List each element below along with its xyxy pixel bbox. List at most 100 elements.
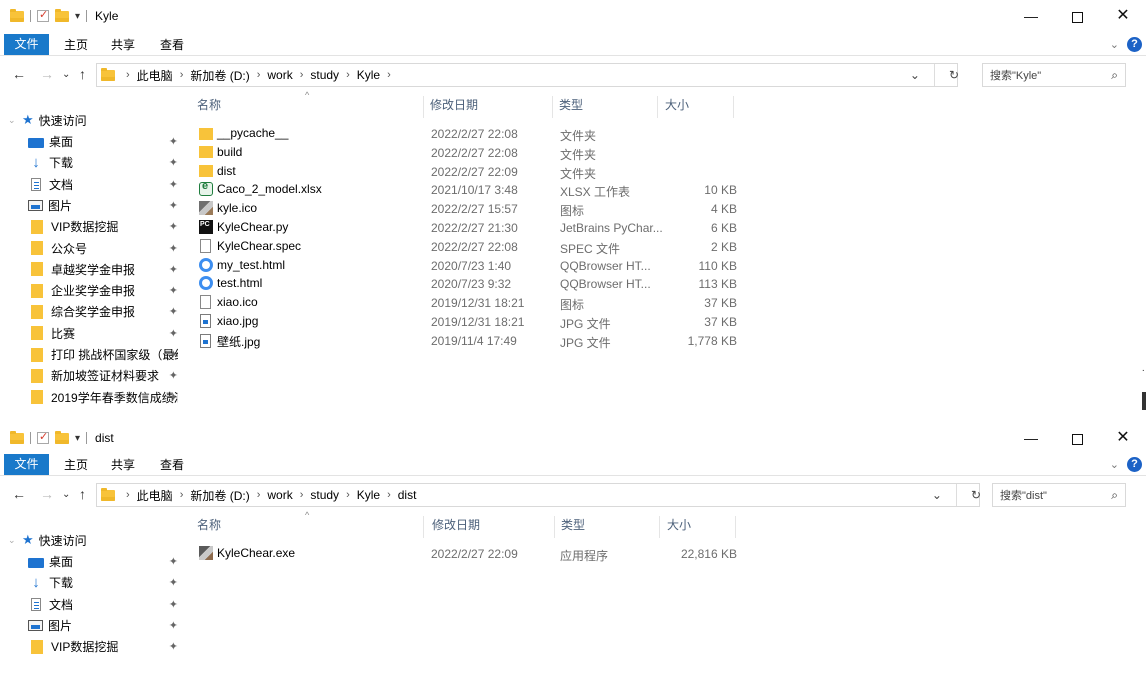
file-name-cell[interactable]: 壁纸.jpg: [199, 333, 260, 350]
sidebar-item[interactable]: 综合奖学金申报 ✦: [28, 301, 178, 322]
tab-file[interactable]: 文件: [4, 34, 49, 55]
search-icon[interactable]: ⌕: [1111, 68, 1118, 83]
tab-view[interactable]: 查看: [160, 455, 184, 475]
search-input[interactable]: 搜索"dist": [1000, 487, 1047, 503]
column-divider[interactable]: [659, 516, 660, 538]
sidebar-item[interactable]: 图片 ✦: [28, 195, 178, 216]
tab-file[interactable]: 文件: [4, 454, 49, 475]
recent-locations-icon[interactable]: ⌄: [62, 489, 70, 500]
sidebar-item[interactable]: 桌面 ✦: [28, 551, 178, 572]
column-divider[interactable]: [657, 96, 658, 118]
sidebar-item[interactable]: 新加坡签证材料要求 ✦: [28, 365, 178, 386]
file-row[interactable]: xiao.ico 2019/12/31 18:21 图标 37 KB: [195, 293, 755, 312]
file-name-cell[interactable]: Caco_2_model.xlsx: [199, 180, 322, 197]
column-divider[interactable]: [423, 96, 424, 118]
pin-icon[interactable]: ✦: [169, 263, 178, 276]
column-divider[interactable]: [554, 516, 555, 538]
expand-ribbon-icon[interactable]: ⌄: [1110, 458, 1119, 471]
back-arrow-icon[interactable]: ←: [12, 486, 26, 502]
file-name-cell[interactable]: __pycache__: [199, 126, 288, 140]
file-name-cell[interactable]: KyleChear.py: [199, 220, 288, 234]
breadcrumb-kyle[interactable]: Kyle: [357, 488, 380, 502]
file-row[interactable]: build 2022/2/27 22:08 文件夹: [195, 143, 755, 162]
chevron-right-icon[interactable]: ›: [126, 69, 130, 81]
column-date-header[interactable]: 修改日期: [432, 516, 480, 538]
pin-icon[interactable]: ✦: [169, 156, 178, 169]
maximize-button[interactable]: [1054, 4, 1100, 28]
pin-icon[interactable]: ✦: [169, 284, 178, 297]
column-type-header[interactable]: 类型: [559, 96, 583, 118]
pin-icon[interactable]: ✦: [169, 327, 178, 340]
pin-icon[interactable]: ✦: [169, 199, 178, 212]
file-row[interactable]: 壁纸.jpg 2019/11/4 17:49 JPG 文件 1,778 KB: [195, 331, 755, 350]
refresh-icon[interactable]: ↻: [949, 68, 959, 82]
breadcrumb-work[interactable]: work: [267, 68, 292, 82]
file-row[interactable]: KyleChear.exe 2022/2/27 22:09 应用程序 22,816 K…: [195, 544, 755, 563]
chevron-right-icon[interactable]: ›: [346, 489, 350, 501]
tab-home[interactable]: 主页: [64, 455, 88, 475]
recent-locations-icon[interactable]: ⌄: [62, 69, 70, 80]
file-name-cell[interactable]: xiao.ico: [199, 295, 258, 310]
file-row[interactable]: __pycache__ 2022/2/27 22:08 文件夹: [195, 124, 755, 143]
file-row[interactable]: KyleChear.py 2022/2/27 21:30 JetBrains PyC…: [195, 218, 755, 237]
column-name-header[interactable]: 名称: [197, 516, 221, 538]
chevron-down-icon[interactable]: ⌄: [8, 115, 22, 126]
quick-access[interactable]: ⌄ ★ 快速访问: [8, 530, 87, 550]
address-bar[interactable]: › 此电脑 › 新加卷 (D:) › work › study › Kyle ›…: [96, 483, 981, 507]
close-button[interactable]: ✕: [1100, 4, 1146, 28]
breadcrumb-kyle[interactable]: Kyle: [357, 68, 380, 82]
up-arrow-icon[interactable]: ↑: [79, 486, 86, 502]
sidebar-item[interactable]: 文档 ✦: [28, 174, 178, 195]
sidebar-item[interactable]: 卓越奖学金申报 ✦: [28, 259, 178, 280]
pin-icon[interactable]: ✦: [169, 619, 178, 632]
quick-access[interactable]: ⌄ ★ 快速访问: [8, 110, 87, 130]
pin-icon[interactable]: ✦: [169, 391, 178, 404]
new-folder-icon[interactable]: [55, 430, 69, 444]
up-arrow-icon[interactable]: ↑: [79, 66, 86, 82]
chevron-right-icon[interactable]: ›: [387, 489, 391, 501]
file-row[interactable]: kyle.ico 2022/2/27 15:57 图标 4 KB: [195, 199, 755, 218]
file-name-cell[interactable]: test.html: [199, 276, 262, 291]
file-name-cell[interactable]: KyleChear.spec: [199, 238, 301, 253]
pin-icon[interactable]: ✦: [169, 135, 178, 148]
search-input[interactable]: 搜索"Kyle": [990, 67, 1041, 83]
pin-icon[interactable]: ✦: [169, 576, 178, 589]
minimize-button[interactable]: —: [1008, 426, 1054, 450]
scrollbar[interactable]: [1142, 392, 1146, 410]
minimize-button[interactable]: —: [1008, 4, 1054, 28]
chevron-right-icon[interactable]: ›: [257, 69, 261, 81]
address-history-dropdown-icon[interactable]: ⌄: [910, 68, 920, 82]
tab-share[interactable]: 共享: [111, 35, 135, 55]
column-divider[interactable]: [423, 516, 424, 538]
pin-icon[interactable]: ✦: [169, 242, 178, 255]
search-icon[interactable]: ⌕: [1111, 488, 1118, 503]
column-type-header[interactable]: 类型: [561, 516, 585, 538]
chevron-right-icon[interactable]: ›: [300, 69, 304, 81]
pin-icon[interactable]: ✦: [169, 178, 178, 191]
pin-icon[interactable]: ✦: [169, 369, 178, 382]
file-row[interactable]: test.html 2020/7/23 9:32 QQBrowser HT... 11…: [195, 274, 755, 293]
forward-arrow-icon[interactable]: →: [40, 486, 54, 502]
refresh-icon[interactable]: ↻: [971, 488, 981, 502]
sidebar-item[interactable]: 比赛 ✦: [28, 323, 178, 344]
breadcrumb-work[interactable]: work: [267, 488, 292, 502]
search-box[interactable]: 搜索"dist" ⌕: [992, 483, 1126, 507]
tab-home[interactable]: 主页: [64, 35, 88, 55]
sidebar-item[interactable]: 图片 ✦: [28, 615, 178, 636]
breadcrumb-study[interactable]: study: [310, 68, 339, 82]
sidebar-item[interactable]: ↓ 下载 ✦: [28, 152, 178, 173]
sidebar-item[interactable]: 文档 ✦: [28, 594, 178, 615]
expand-ribbon-icon[interactable]: ⌄: [1110, 38, 1119, 51]
chevron-down-icon[interactable]: ⌄: [8, 535, 22, 546]
breadcrumb-drive[interactable]: 新加卷 (D:): [190, 487, 249, 504]
file-row[interactable]: KyleChear.spec 2022/2/27 22:08 SPEC 文件 2 KB: [195, 237, 755, 256]
forward-arrow-icon[interactable]: →: [40, 66, 54, 82]
file-name-cell[interactable]: KyleChear.exe: [199, 546, 295, 560]
breadcrumb-this-pc[interactable]: 此电脑: [137, 487, 173, 504]
column-size-header[interactable]: 大小: [667, 516, 691, 538]
pin-icon[interactable]: ✦: [169, 305, 178, 318]
sidebar-item[interactable]: VIP数据挖掘 ✦: [28, 216, 178, 237]
file-name-cell[interactable]: my_test.html: [199, 257, 285, 272]
close-button[interactable]: ✕: [1100, 426, 1146, 450]
sidebar-item[interactable]: 桌面 ✦: [28, 131, 178, 152]
